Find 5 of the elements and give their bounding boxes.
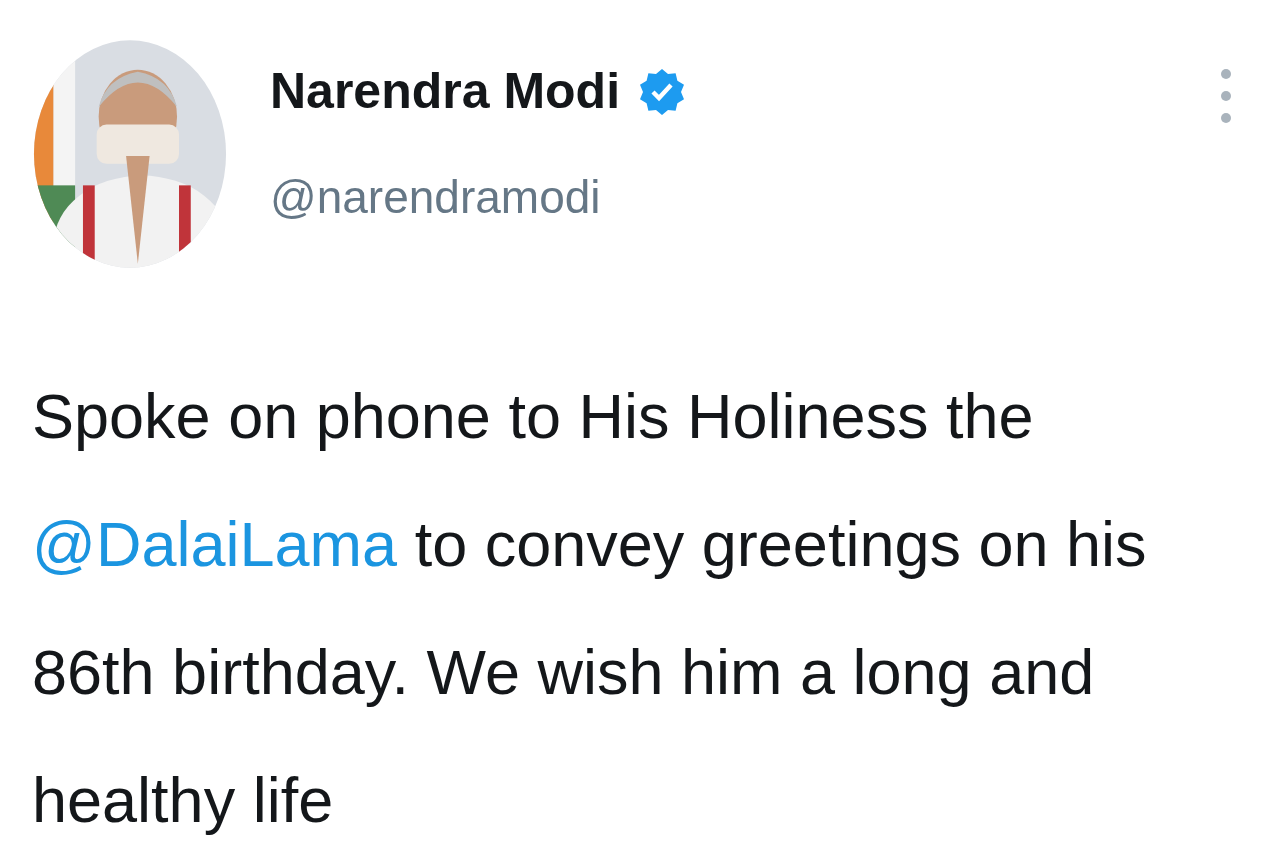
mention-link[interactable]: @DalaiLama — [32, 509, 398, 579]
tweet-text: Spoke on phone to His Holiness the @DalaiLama to convey greetings on his 86th birthday. We wish him a long and healthy life — [32, 380, 1148, 837]
more-options-icon[interactable] — [1220, 68, 1232, 124]
user-handle: @narendramodi — [270, 170, 602, 224]
user-name: Narendra Modi — [270, 62, 621, 120]
